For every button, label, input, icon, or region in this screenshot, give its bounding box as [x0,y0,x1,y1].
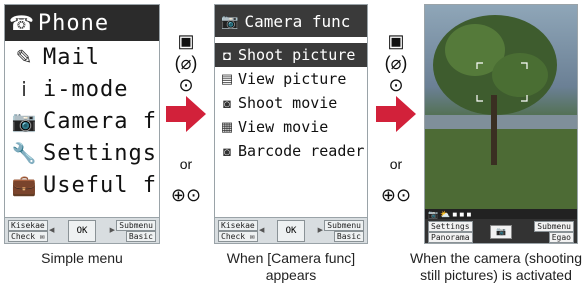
menu-item-barcode-reader[interactable]: ◙ Barcode reader [215,139,367,163]
menu-key-icon: ▣ [177,31,195,51]
softkey-ok[interactable]: OK [277,220,305,242]
right-arrow-icon [166,96,206,132]
film-icon: ▦ [220,119,234,134]
shutter-icon[interactable]: 📷 [490,225,512,239]
menu-item-mail[interactable]: ✎ Mail [5,41,159,73]
simple-menu-screen: ☎ Phone ✎ Mail ⅰ i-mode 📷 Camera f 🔧 Set… [4,4,160,244]
nav-keys-icon: ⊕⊙ [170,185,202,205]
mail-icon: ✎ [15,46,33,69]
camera-icon: 📷 [11,110,37,133]
softkey-submenu[interactable]: Submenu [534,221,574,232]
menu-item-settings[interactable]: 🔧 Settings [5,137,159,169]
right-arrow-icon [376,96,416,132]
camera-func-screen: 📷 Camera func ◘ Shoot picture ▤ View pic… [214,4,368,244]
menu-item-view-movie[interactable]: ▦ View movie [215,115,367,139]
picture-icon: ▤ [220,71,234,86]
movie-camera-icon: ◙ [223,95,231,111]
softkey-egao[interactable]: Egao [548,232,574,243]
camera-func-list: ◘ Shoot picture ▤ View picture ◙ Shoot m… [215,37,367,219]
menu-header: ☎ Phone [5,5,159,41]
barcode-icon: ◙ [223,143,231,159]
softkey-panorama[interactable]: Panorama [428,232,473,243]
simple-menu-list: ✎ Mail ⅰ i-mode 📷 Camera f 🔧 Settings 💼 … [5,41,159,219]
or-label: or [179,156,193,172]
menu-item-useful[interactable]: 💼 Useful f [5,169,159,201]
camera-key-icon: (⌀) [174,53,198,73]
or-label: or [389,156,403,172]
menu-item-camera[interactable]: 📷 Camera f [5,105,159,137]
softkey-check[interactable]: Check ✉ [218,231,258,242]
menu-item-label: Settings [43,140,157,166]
menu-item-label: i-mode [43,76,129,102]
menu-item-label: View movie [238,118,329,136]
softkey-submenu[interactable]: Submenu [324,220,364,231]
menu-item-label: Shoot picture [238,46,356,64]
menu-item-view-picture[interactable]: ▤ View picture [215,67,367,91]
center-key-icon: ⊙ [388,75,404,95]
menu-item-label: Barcode reader [238,142,365,160]
softkey-bar: Kisekae Check ✉ ◀ OK ▶ Submenu Basic [5,217,159,243]
menu-item-label: Camera f [43,108,157,134]
phone-icon: ☎ [9,12,34,35]
imode-icon: ⅰ [21,78,27,101]
menu-header: 📷 Camera func [215,5,367,37]
center-key-icon: ⊙ [178,75,194,95]
header-title: Camera func [244,11,351,31]
menu-key-icon: ▣ [387,31,405,51]
menu-item-label: Shoot movie [238,94,338,112]
menu-item-label: View picture [238,70,347,88]
left-arrow-icon: ◀ [259,227,265,234]
camera-key-icon: (⌀) [384,53,408,73]
softkey-ok[interactable]: OK [68,220,96,242]
header-title: Phone [37,10,110,36]
softkey-submenu[interactable]: Submenu [116,220,156,231]
softkey-basic[interactable]: Basic [333,231,364,242]
menu-item-label: Useful f [43,172,157,198]
menu-item-label: Mail [43,44,100,70]
caption-camera-func: When [Camera func] appears [226,250,356,283]
softkey-kisekae[interactable]: Kisekae [218,220,258,231]
menu-item-shoot-movie[interactable]: ◙ Shoot movie [215,91,367,115]
camera-softkey-bar: Settings Panorama 📷 Submenu Egao [425,219,577,243]
camera-viewfinder-screen: 📷 ⛅ ■ ■ ■ Settings Panorama 📷 Submenu Eg… [424,4,578,244]
nav-keys-icon: ⊕⊙ [380,185,412,205]
softkey-kisekae[interactable]: Kisekae [8,220,48,231]
softkey-bar: Kisekae Check ✉ ◀ OK ▶ Submenu Basic [215,217,367,243]
camera-icon: 📷 [221,12,239,29]
softkey-check[interactable]: Check ✉ [8,231,48,242]
settings-icon: 🔧 [11,142,37,165]
softkey-basic[interactable]: Basic [125,231,156,242]
left-arrow-icon: ◀ [49,227,55,234]
menu-item-shoot-picture[interactable]: ◘ Shoot picture [215,43,367,67]
tree-photo-illustration [425,15,577,209]
camera-icon: ◘ [223,47,231,63]
softkey-settings[interactable]: Settings [428,221,473,232]
menu-item-imode[interactable]: ⅰ i-mode [5,73,159,105]
right-arrow-icon: ▶ [317,227,323,234]
caption-simple-menu: Simple menu [41,250,123,266]
caption-camera-activated: When the camera (shooting still pictures… [410,250,582,283]
right-arrow-icon: ▶ [109,227,115,234]
viewfinder-image [425,5,577,209]
briefcase-icon: 💼 [11,174,37,197]
